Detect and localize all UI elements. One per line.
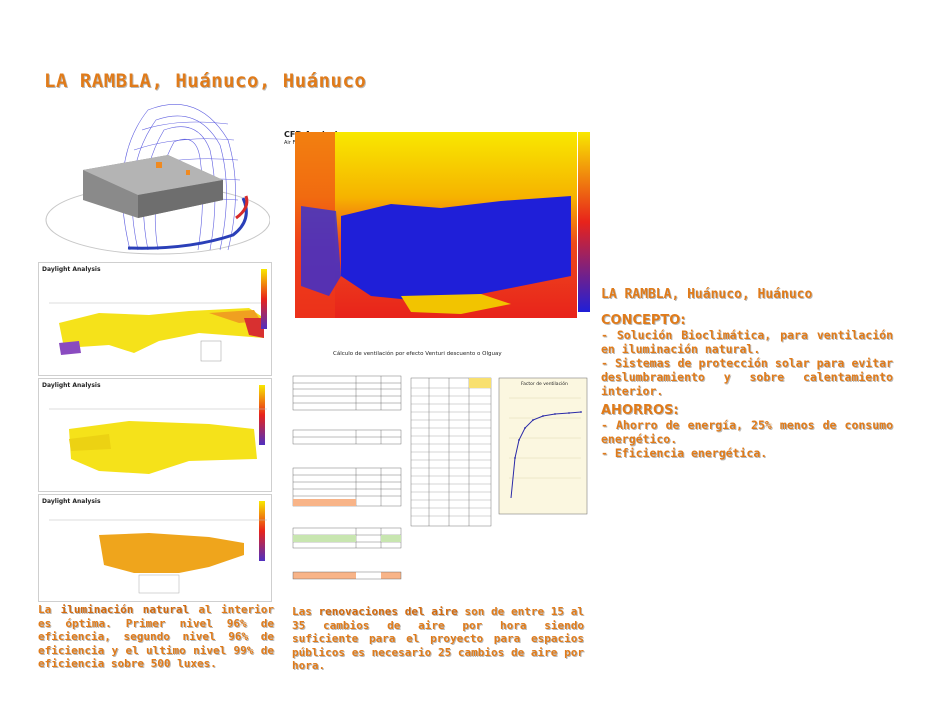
- concepto-heading: CONCEPTO:: [601, 313, 686, 328]
- daylight-caption: La iluminación natural al interior es óp…: [38, 603, 274, 670]
- project-title: LA RAMBLA, Huánuco, Huánuco: [601, 287, 813, 302]
- ventilation-caption: Las renovaciones del aire son de entre 1…: [292, 605, 584, 672]
- page-title: LA RAMBLA, Huánuco, Huánuco: [44, 70, 367, 92]
- ahorros-item-1: - Ahorro de energía, 25% menos de consum…: [601, 418, 893, 446]
- daylight-panel-level-2: Daylight Analysis: [38, 378, 272, 492]
- description-column: LA RAMBLA, Huánuco, Huánuco CONCEPTO: - …: [601, 287, 893, 461]
- daylight-panel-level-3: Daylight Analysis: [38, 494, 272, 602]
- ahorros-item-2: - Eficiencia energética.: [601, 446, 768, 460]
- daylight-panel-level-1: Daylight Analysis: [38, 262, 272, 376]
- concepto-item-2: - Sistemas de protección solar para evit…: [601, 356, 893, 398]
- concepto-item-1: - Solución Bioclimática, para ventilació…: [601, 328, 893, 356]
- calc-chart-title: Factor de ventilación: [521, 382, 568, 387]
- ahorros-heading: AHORROS:: [601, 403, 679, 418]
- sun-path-3d-model: [45, 103, 270, 255]
- cfd-analysis: CFD Analysis Air Flow Rate: [281, 126, 593, 318]
- ventilation-calculation-sheet: Cálculo de ventilación por efecto Ventur…: [281, 348, 593, 588]
